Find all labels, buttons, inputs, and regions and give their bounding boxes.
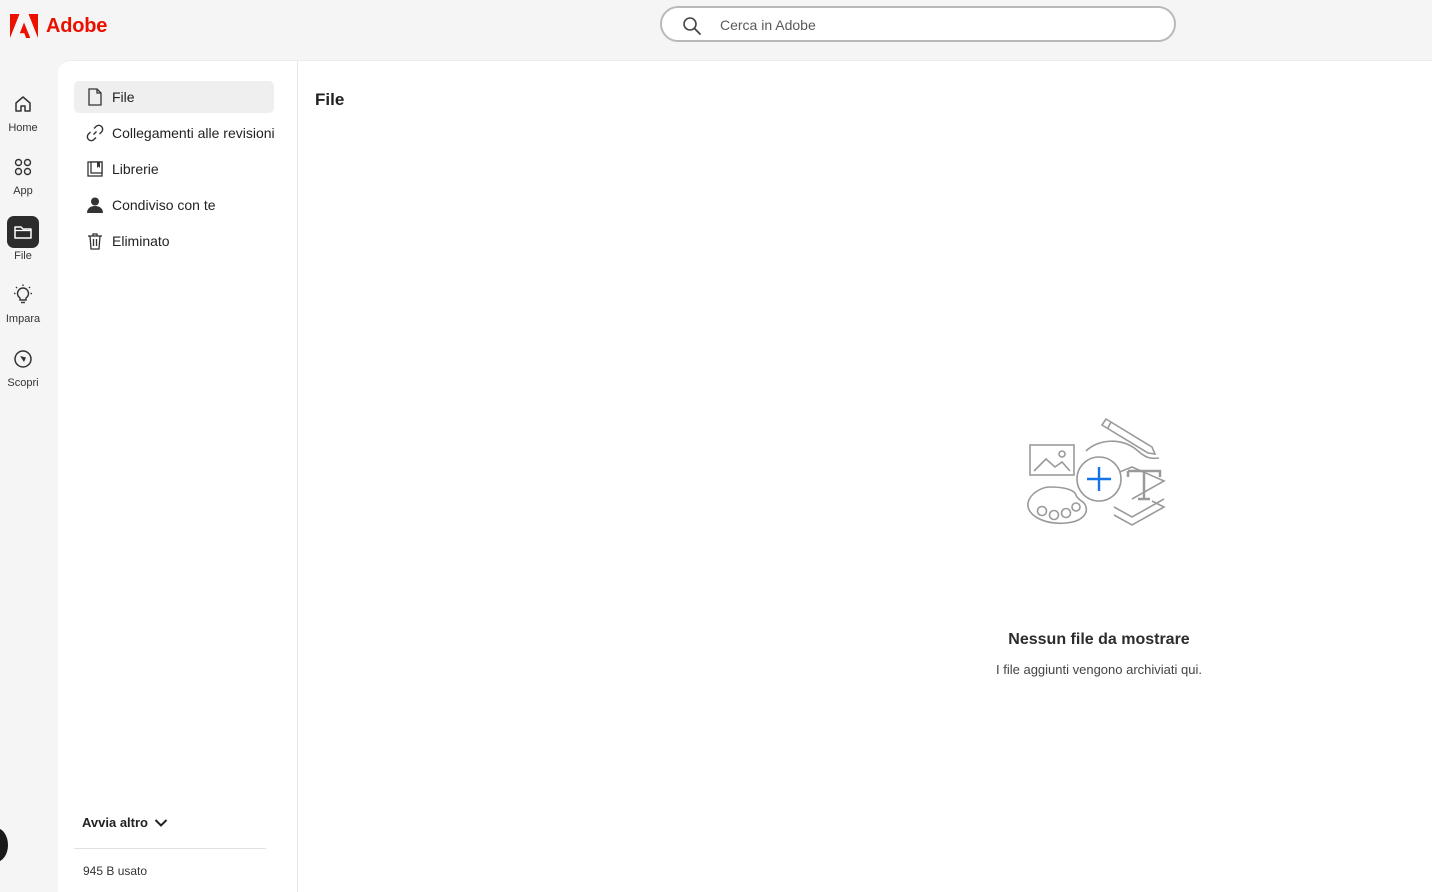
link-icon [86,124,104,142]
brand-name: Adobe [46,14,108,37]
sidenav-item-label: Librerie [112,161,159,177]
sidenav-item-libraries[interactable]: Librerie [74,153,274,185]
adobe-logo-icon [10,14,38,38]
rail-label: Home [8,122,38,134]
page-title: File [315,90,345,109]
rail-item-app[interactable]: App [0,151,46,207]
empty-state: Nessun file da mostrare I file aggiunti … [978,411,1220,677]
content-panel: File Collegamenti alle revisioni Libreri… [58,60,1432,892]
sidenav-item-label: Condiviso con te [112,197,216,213]
launch-more-label: Avvia altro [82,815,148,830]
rail-label: File [14,250,32,262]
rail-label: Impara [5,313,41,325]
chevron-down-icon [154,818,168,827]
divider [74,848,266,849]
rail-label: App [13,185,33,197]
empty-files-illustration-icon [1027,417,1166,526]
top-bar: Adobe [0,0,1432,56]
sidenav-item-review-links[interactable]: Collegamenti alle revisioni [74,117,284,149]
files-sidenav: File Collegamenti alle revisioni Libreri… [58,61,298,892]
floating-button-edge[interactable] [0,828,8,862]
rail-label: Scopri [7,377,39,389]
trash-icon [86,232,104,250]
rail-item-impara[interactable]: Impara [0,279,46,335]
adobe-logo[interactable]: Adobe [10,14,107,38]
lightbulb-icon [7,279,39,311]
home-icon [7,88,39,120]
user-icon [86,196,104,214]
storage-usage: 945 B usato [83,864,148,878]
search-input[interactable] [720,14,1140,36]
apps-grid-icon [7,151,39,183]
rail-item-file[interactable]: File [0,216,46,272]
compass-icon [7,343,39,375]
library-icon [86,160,104,178]
sidenav-item-label: File [112,89,135,105]
sidenav-item-deleted[interactable]: Eliminato [74,225,274,257]
sidenav-item-label: Eliminato [112,233,170,249]
empty-state-title: Nessun file da mostrare [1008,631,1190,648]
sidenav-item-label: Collegamenti alle revisioni [112,125,275,141]
sidenav-item-file[interactable]: File [74,81,274,113]
rail-item-home[interactable]: Home [0,88,46,144]
document-icon [86,88,104,106]
search-icon [683,17,701,35]
folder-icon [7,216,39,248]
rail-item-scopri[interactable]: Scopri [0,343,46,399]
empty-state-subtitle: I file aggiunti vengono archiviati qui. [996,662,1202,677]
search-bar[interactable] [660,6,1176,42]
sidenav-item-shared[interactable]: Condiviso con te [74,189,274,221]
launch-more-button[interactable]: Avvia altro [82,815,168,830]
